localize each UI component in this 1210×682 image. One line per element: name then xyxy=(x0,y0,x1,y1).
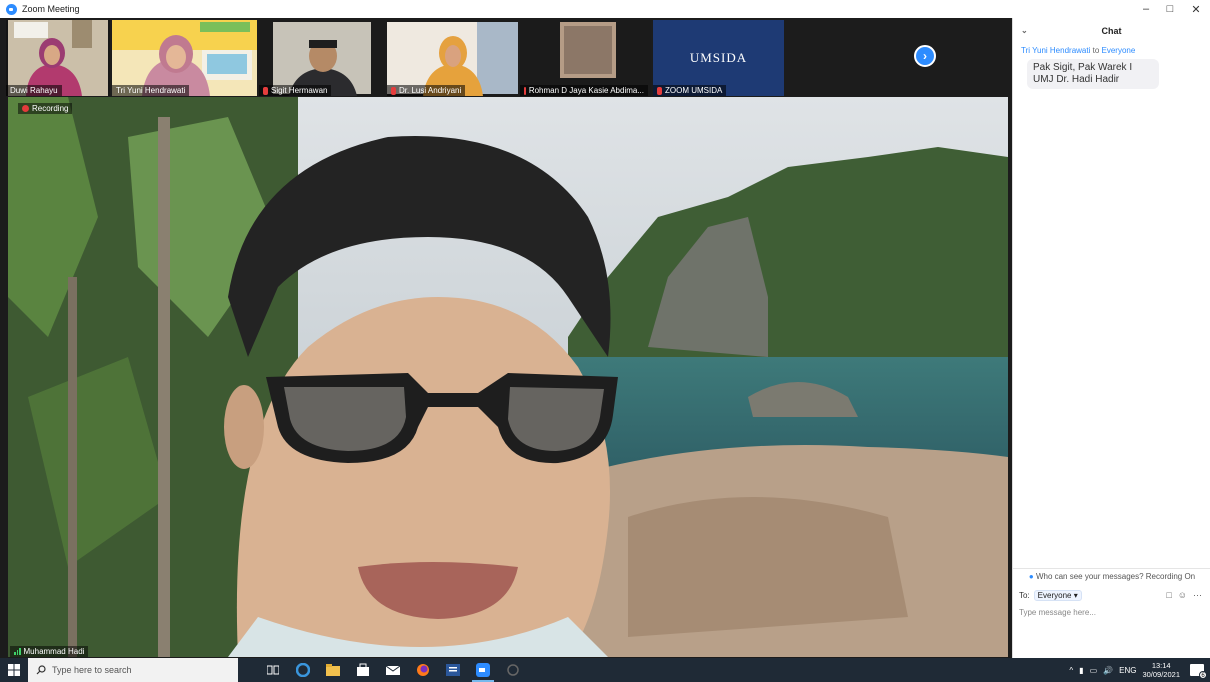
taskbar-store[interactable] xyxy=(348,658,378,682)
store-bag-icon xyxy=(357,663,369,676)
notification-center-button[interactable]: 6 xyxy=(1190,664,1207,679)
file-icon[interactable]: □ xyxy=(1166,590,1171,601)
taskbar-file-explorer[interactable] xyxy=(318,658,348,682)
taskbar-mail[interactable] xyxy=(378,658,408,682)
message-visibility-notice[interactable]: ● Who can see your messages? Recording O… xyxy=(1013,568,1210,581)
task-view-icon xyxy=(267,665,279,675)
participant-strip: Duwi Rahayu Tri Yuni Hendrawati Sigit He… xyxy=(6,20,1008,96)
recipient-select[interactable]: Everyone ▾ xyxy=(1033,590,1082,601)
participant-tile[interactable]: Rohman D Jaya Kasie Abdima... xyxy=(520,20,651,96)
participant-name: ZOOM UMSIDA xyxy=(653,85,727,96)
mail-icon xyxy=(386,665,400,675)
chevron-down-icon[interactable]: ⌄ xyxy=(1021,26,1028,35)
clock[interactable]: 13:14 30/09/2021 xyxy=(1142,661,1180,679)
chat-panel: ⌄ Chat Tri Yuni Hendrawati to Everyone P… xyxy=(1012,18,1210,658)
muted-mic-icon xyxy=(657,86,662,95)
muted-mic-icon xyxy=(524,86,526,95)
clock-time: 13:14 xyxy=(1151,661,1171,670)
language-indicator[interactable]: ENG xyxy=(1119,666,1136,675)
meeting-stage: Duwi Rahayu Tri Yuni Hendrawati Sigit He… xyxy=(0,18,1012,658)
minimize-button[interactable]: – xyxy=(1134,0,1158,18)
edge-browser-icon xyxy=(296,663,310,677)
participant-tile[interactable]: Dr. Lusi Andriyani xyxy=(387,20,518,96)
microphone-icon[interactable]: ▮ xyxy=(1079,666,1083,675)
participant-tile[interactable]: Sigit Hermawan xyxy=(259,20,385,96)
taskbar-cortana[interactable] xyxy=(498,658,528,682)
more-options-icon[interactable]: ⋯ xyxy=(1193,590,1202,601)
taskbar-zoom[interactable] xyxy=(468,658,498,682)
chevron-right-icon: › xyxy=(923,49,927,63)
participant-tile[interactable]: UMSIDA ZOOM UMSIDA xyxy=(653,20,784,96)
clock-date: 30/09/2021 xyxy=(1142,670,1180,679)
participant-name: Dr. Lusi Andriyani xyxy=(387,85,466,96)
show-hidden-icons-icon[interactable]: ^ xyxy=(1069,666,1073,675)
next-page-button[interactable]: › xyxy=(914,45,936,67)
participant-tile[interactable]: Duwi Rahayu xyxy=(6,20,110,96)
active-speaker-name: Muhammad Hadi xyxy=(10,646,89,657)
emoji-icon[interactable]: ☺ xyxy=(1178,590,1187,601)
muted-mic-icon xyxy=(391,86,396,95)
participant-name: Duwi Rahayu xyxy=(6,85,62,96)
restore-button[interactable]: □ xyxy=(1158,0,1182,18)
chat-message-input[interactable] xyxy=(1019,608,1203,617)
chat-message-meta: Tri Yuni Hendrawati to Everyone xyxy=(1021,46,1136,55)
window-title: Zoom Meeting xyxy=(22,4,80,14)
folder-icon xyxy=(326,664,340,676)
start-button[interactable] xyxy=(0,658,28,682)
word-icon xyxy=(446,664,460,676)
participant-name: Sigit Hermawan xyxy=(259,85,332,96)
recording-label: Recording xyxy=(32,104,69,113)
participant-name: Tri Yuni Hendrawati xyxy=(112,85,190,96)
recording-indicator[interactable]: Recording xyxy=(18,103,73,114)
chat-title: Chat xyxy=(1101,26,1122,36)
firefox-icon xyxy=(417,664,429,676)
message-recipient: Everyone xyxy=(1101,46,1136,55)
volume-icon[interactable]: 🔊 xyxy=(1103,666,1113,675)
chat-header: ⌄ Chat xyxy=(1013,18,1210,44)
close-button[interactable]: ✕ xyxy=(1184,0,1208,18)
message-sender[interactable]: Tri Yuni Hendrawati xyxy=(1021,46,1090,55)
taskbar-search[interactable] xyxy=(28,658,238,682)
muted-mic-icon xyxy=(263,86,268,95)
title-bar: Zoom Meeting xyxy=(0,0,1210,18)
speaker-video-frame xyxy=(8,97,1008,657)
circle-icon xyxy=(507,664,519,676)
recording-dot-icon xyxy=(22,105,29,112)
signal-strength-icon xyxy=(14,648,21,655)
people-icon: ● xyxy=(1028,572,1034,581)
system-tray: ^ ▮ ▭ 🔊 ENG 13:14 30/09/2021 6 xyxy=(1069,658,1210,682)
participant-tile[interactable]: Tri Yuni Hendrawati xyxy=(112,20,257,96)
zoom-icon xyxy=(476,663,490,677)
task-view-button[interactable] xyxy=(258,658,288,682)
zoom-app-icon xyxy=(6,3,17,15)
chat-tools: □ ☺ ⋯ xyxy=(1166,590,1202,601)
taskbar-word[interactable] xyxy=(438,658,468,682)
participant-name: Rohman D Jaya Kasie Abdima... xyxy=(520,85,648,96)
network-icon[interactable]: ▭ xyxy=(1090,666,1098,675)
windows-logo-icon xyxy=(8,664,20,676)
taskbar-edge[interactable] xyxy=(288,658,318,682)
windows-taskbar: ^ ▮ ▭ 🔊 ENG 13:14 30/09/2021 6 xyxy=(0,658,1210,682)
notification-count-badge: 6 xyxy=(1199,671,1207,679)
taskbar-firefox[interactable] xyxy=(408,658,438,682)
chat-message-bubble: Pak Sigit, Pak Warek I UMJ Dr. Hadi Hadi… xyxy=(1027,59,1159,89)
recipient-row: To: Everyone ▾ xyxy=(1019,590,1082,601)
active-speaker-video: Recording Muhammad Hadi xyxy=(8,97,1008,657)
taskbar-search-input[interactable] xyxy=(52,665,232,675)
search-icon xyxy=(36,665,46,675)
